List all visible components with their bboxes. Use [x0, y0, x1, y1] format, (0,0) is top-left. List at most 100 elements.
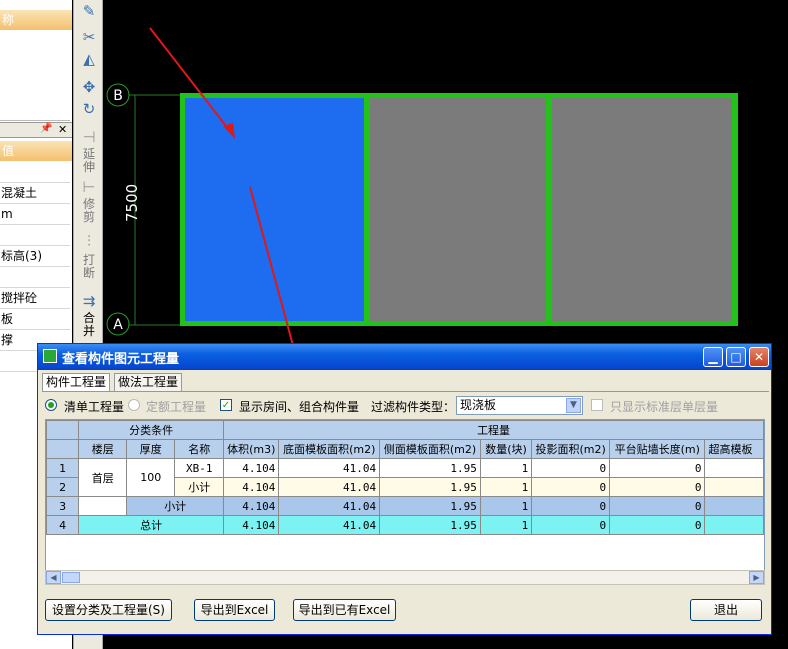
cell-count[interactable]: 1 [479, 477, 533, 497]
trim-icon[interactable]: ⊢ [76, 176, 102, 198]
cell-over-height[interactable] [704, 477, 764, 497]
filter-type-select[interactable]: 现浇板 ▼ [456, 396, 583, 415]
close-icon[interactable]: ✕ [749, 347, 769, 367]
header-over-height[interactable]: 超高模板 [704, 439, 764, 459]
header-projection[interactable]: 投影面积(m2) [531, 439, 611, 459]
list-area[interactable] [0, 31, 70, 121]
cell-side-formwork[interactable]: 1.95 [379, 477, 481, 497]
merge-icon[interactable]: ⇉ [76, 290, 102, 312]
cell-over-height[interactable] [704, 496, 764, 516]
cell-floor[interactable]: 首层 [78, 458, 128, 497]
cell-projection[interactable]: 0 [531, 477, 611, 497]
cell-count[interactable]: 1 [479, 515, 533, 535]
cell-name[interactable]: 小计 [174, 477, 225, 497]
scroll-thumb[interactable] [62, 572, 80, 583]
slab[interactable] [552, 97, 732, 322]
table-row[interactable]: 4 总计 4.104 41.04 1.95 1 0 0 [46, 515, 764, 535]
header-bottom-formwork[interactable]: 底面模板面积(m2) [278, 439, 381, 459]
cell-subtotal[interactable]: 小计 [126, 496, 225, 516]
quantity-grid[interactable]: 分类条件 工程量 楼层 厚度 名称 体积(m3) 底面模板面积(m2) 侧面模板… [45, 419, 765, 585]
list-item[interactable]: 板 [0, 309, 70, 330]
scroll-right-icon[interactable]: ▶ [749, 571, 764, 584]
dialog-titlebar[interactable]: 查看构件图元工程量 ▁ □ ✕ [38, 344, 771, 370]
minimize-icon[interactable]: ▁ [703, 347, 723, 367]
rotate-icon[interactable]: ↻ [76, 98, 102, 120]
list-item[interactable] [0, 267, 70, 288]
table-row[interactable]: 1 首层 100 XB-1 4.104 41.04 1.95 1 0 0 [46, 458, 764, 497]
move-icon[interactable]: ✥ [76, 76, 102, 98]
cell-wall-length[interactable]: 0 [609, 477, 706, 497]
break-icon[interactable]: ⫶ [76, 230, 102, 252]
export-excel-button[interactable]: 导出到Excel [194, 599, 275, 621]
cell-side-formwork[interactable]: 1.95 [379, 458, 481, 478]
beam-bottom[interactable] [180, 321, 738, 326]
cell-bottom-formwork[interactable]: 41.04 [278, 477, 381, 497]
horizontal-scrollbar[interactable]: ◀ ▶ [45, 570, 765, 585]
scissors-icon[interactable]: ✂ [76, 26, 102, 48]
cell-name[interactable]: XB-1 [174, 458, 225, 478]
extend-icon[interactable]: ⊣ [76, 126, 102, 148]
list-item[interactable]: 标高(3) [0, 246, 70, 267]
checkbox-show-room[interactable]: ✓ [220, 399, 232, 411]
cell-floor[interactable] [78, 496, 128, 516]
slab-selected[interactable] [183, 95, 366, 324]
radio-list-quantity[interactable] [45, 399, 57, 411]
radio-quota-quantity[interactable] [128, 399, 140, 411]
checkbox-standard-floor[interactable] [591, 399, 603, 411]
cell-projection[interactable]: 0 [531, 458, 611, 478]
list-item[interactable]: 混凝土 [0, 183, 70, 204]
list-item[interactable]: 搅拌砼 [0, 288, 70, 309]
cell-over-height[interactable] [704, 515, 764, 535]
cell-projection[interactable]: 0 [531, 515, 611, 535]
cell-volume[interactable]: 4.104 [223, 496, 280, 516]
pin-icon[interactable]: 📌 [40, 123, 52, 134]
cell-bottom-formwork[interactable]: 41.04 [278, 496, 381, 516]
tab-component-quantity[interactable]: 构件工程量 [42, 373, 111, 392]
pencil-icon[interactable]: ✎ [76, 0, 102, 22]
export-existing-excel-button[interactable]: 导出到已有Excel [293, 599, 396, 621]
table-row[interactable]: 3 小计 4.104 41.04 1.95 1 0 0 [46, 496, 764, 516]
header-side-formwork[interactable]: 侧面模板面积(m2) [379, 439, 481, 459]
slab[interactable] [369, 97, 547, 322]
beam-top[interactable] [180, 93, 738, 98]
cell-count[interactable]: 1 [479, 496, 533, 516]
cell-bottom-formwork[interactable]: 41.04 [278, 515, 381, 535]
mirror-icon[interactable]: ◭ [76, 48, 102, 70]
header-count[interactable]: 数量(块) [479, 439, 533, 459]
close-icon[interactable]: ✕ [58, 123, 67, 136]
cell-bottom-formwork[interactable]: 41.04 [278, 458, 381, 478]
cell-side-formwork[interactable]: 1.95 [379, 496, 481, 516]
cell-wall-length[interactable]: 0 [609, 496, 706, 516]
header-volume[interactable]: 体积(m3) [223, 439, 280, 459]
cell-volume[interactable]: 4.104 [223, 477, 280, 497]
corner-cell [46, 420, 80, 440]
header-wall-length[interactable]: 平台贴墙长度(m) [609, 439, 706, 459]
maximize-icon[interactable]: □ [726, 347, 746, 367]
list-item[interactable]: m [0, 204, 70, 225]
cell-side-formwork[interactable]: 1.95 [379, 515, 481, 535]
list-item[interactable] [0, 162, 70, 183]
cell-volume[interactable]: 4.104 [223, 458, 280, 478]
cell-volume[interactable]: 4.104 [223, 515, 280, 535]
exit-button[interactable]: 退出 [690, 599, 762, 621]
cell-projection[interactable]: 0 [531, 496, 611, 516]
cell-over-height[interactable] [704, 458, 764, 478]
beam-mid2[interactable] [546, 93, 552, 326]
cell-count[interactable]: 1 [479, 458, 533, 478]
scroll-left-icon[interactable]: ◀ [46, 571, 61, 584]
beam-left[interactable] [180, 93, 185, 326]
cell-total[interactable]: 总计 [78, 515, 225, 535]
cell-wall-length[interactable]: 0 [609, 458, 706, 478]
tab-method-quantity[interactable]: 做法工程量 [114, 373, 183, 391]
header-thickness[interactable]: 厚度 [126, 439, 176, 459]
filter-label: 过滤构件类型： [371, 400, 456, 414]
header-floor[interactable]: 楼层 [78, 439, 128, 459]
beam-mid1[interactable] [364, 93, 370, 326]
list-item[interactable] [0, 225, 70, 246]
header-name[interactable]: 名称 [174, 439, 225, 459]
cell-thickness[interactable]: 100 [126, 458, 176, 497]
cell-wall-length[interactable]: 0 [609, 515, 706, 535]
setup-classification-button[interactable]: 设置分类及工程量(S) [45, 599, 172, 621]
beam-right[interactable] [732, 93, 738, 326]
chevron-down-icon[interactable]: ▼ [566, 398, 581, 413]
